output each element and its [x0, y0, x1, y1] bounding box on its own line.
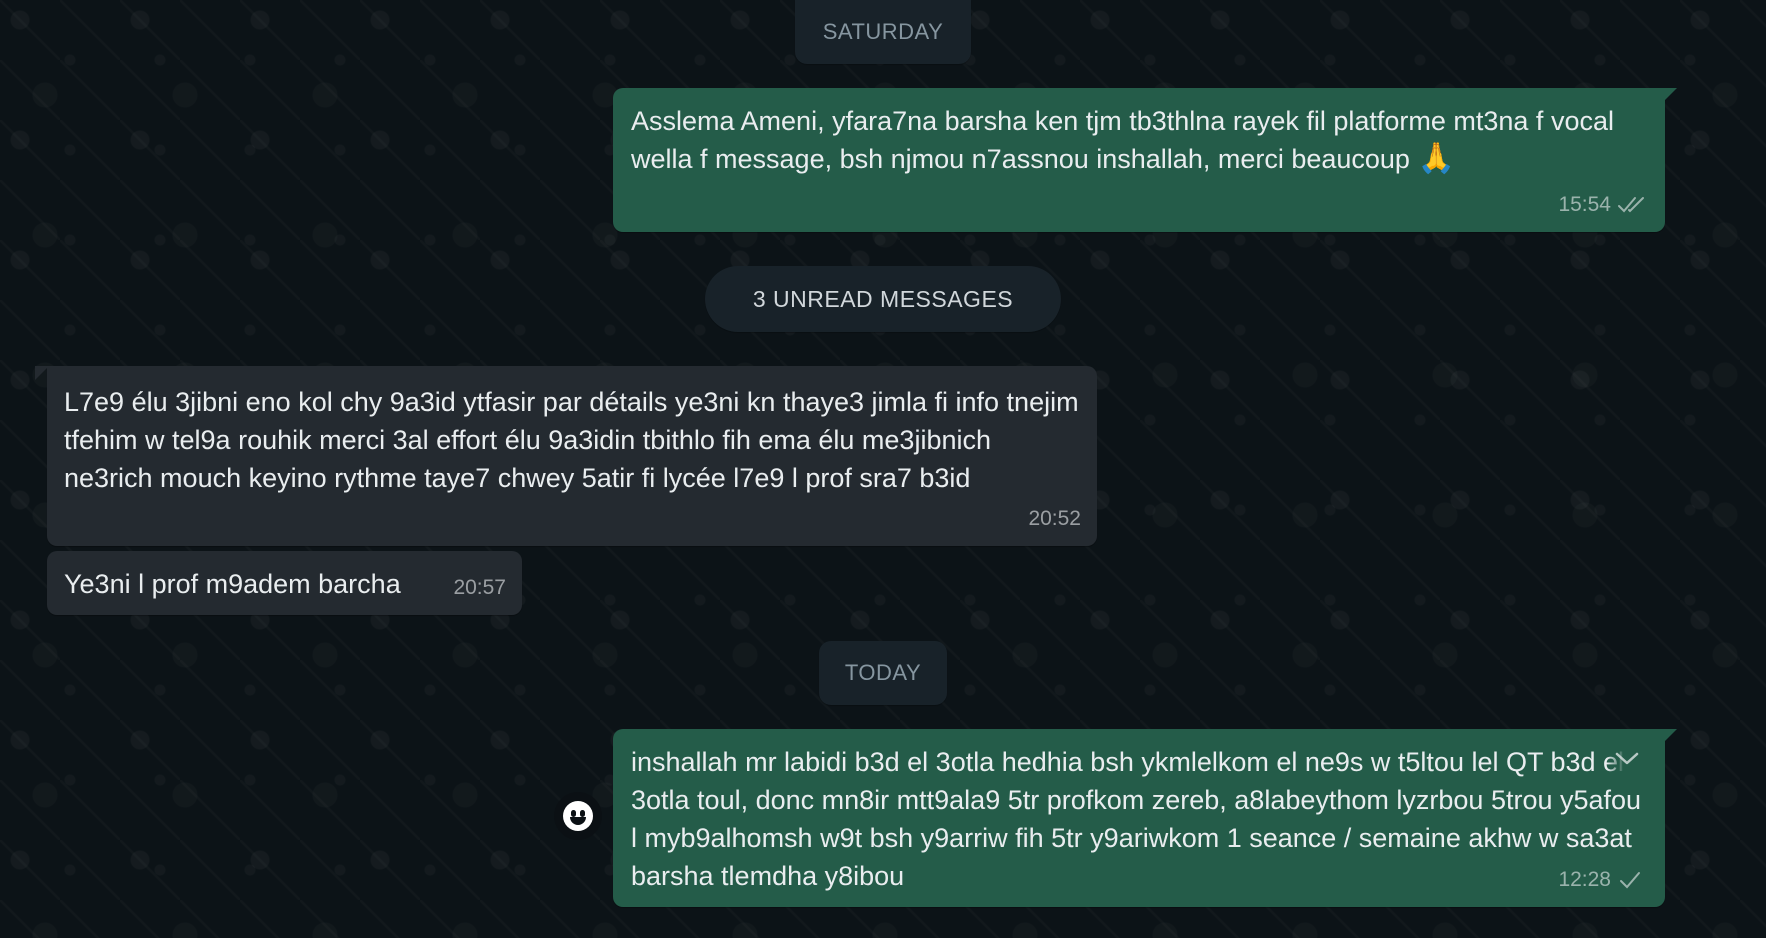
- date-separator-today: TODAY: [819, 641, 947, 705]
- message-outgoing-1[interactable]: Asslema Ameni, yfara7na barsha ken tjm t…: [613, 88, 1677, 232]
- pray-emoji: 🙏: [1417, 142, 1455, 175]
- bubble-tail: [1663, 729, 1677, 743]
- message-incoming-1[interactable]: L7e9 élu 3jibni eno kol chy 9a3id ytfasi…: [35, 366, 1097, 546]
- emoji-reaction-icon: [563, 801, 593, 831]
- message-meta: 15:54: [1558, 186, 1649, 224]
- message-meta: 20:52: [1028, 500, 1081, 538]
- message-time: 20:52: [1028, 507, 1081, 530]
- date-separator-saturday: SATURDAY: [795, 0, 971, 64]
- bubble-tail: [35, 366, 49, 380]
- emoji-reaction-button[interactable]: [554, 792, 602, 840]
- message-time: 12:28: [1558, 868, 1611, 891]
- message-text: L7e9 élu 3jibni eno kol chy 9a3id ytfasi…: [64, 387, 1079, 493]
- single-check-icon: [1617, 870, 1649, 890]
- message-text: inshallah mr labidi b3d el 3otla hedhia …: [631, 747, 1642, 891]
- message-time: 20:57: [453, 576, 506, 599]
- message-time: 15:54: [1558, 193, 1611, 216]
- message-outgoing-2[interactable]: inshallah mr labidi b3d el 3otla hedhia …: [613, 729, 1677, 907]
- message-incoming-2[interactable]: Ye3ni l prof m9adem barcha 20:57: [47, 551, 522, 615]
- message-meta: 20:57: [453, 569, 506, 607]
- chat-panel: SATURDAY Asslema Ameni, yfara7na barsha …: [0, 0, 1766, 938]
- chevron-down-icon[interactable]: [1607, 743, 1647, 775]
- double-check-icon: [1617, 195, 1649, 215]
- message-text: Ye3ni l prof m9adem barcha: [64, 569, 401, 599]
- unread-messages-divider: 3 UNREAD MESSAGES: [705, 266, 1061, 332]
- bubble-tail: [1663, 88, 1677, 102]
- message-text: Asslema Ameni, yfara7na barsha ken tjm t…: [631, 106, 1614, 175]
- message-meta: 12:28: [1558, 861, 1649, 899]
